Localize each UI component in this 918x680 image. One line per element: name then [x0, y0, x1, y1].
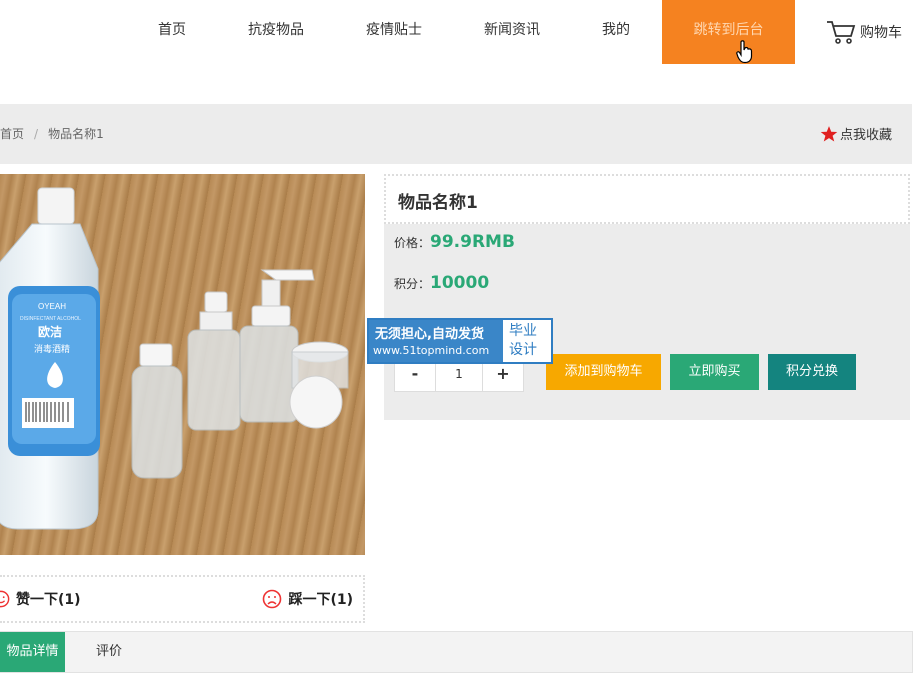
redeem-points-button[interactable]: 积分兑换 [768, 354, 856, 390]
points-label: 积分： [394, 277, 431, 291]
smile-icon [0, 590, 10, 608]
cart-label: 购物车 [860, 25, 902, 41]
star-icon [820, 125, 838, 141]
bottle-brand-text: OYEAH [38, 302, 66, 311]
buy-now-button[interactable]: 立即购买 [670, 354, 759, 390]
price-row: 价格： 99.9RMB [394, 232, 515, 252]
bottle-desc-text: 消毒酒精 [34, 343, 70, 355]
nav-mine[interactable]: 我的 [602, 0, 630, 64]
tab-reviews[interactable]: 评价 [96, 632, 122, 672]
dislike-label: 踩一下(1) [288, 592, 353, 608]
product-info-panel: 物品名称1 价格： 99.9RMB 积分： 10000 - 1 + 添加到购物车… [384, 174, 910, 420]
top-nav: 首页 抗疫物品 疫情贴士 新闻资讯 我的 跳转到后台 购物车 [0, 0, 918, 64]
breadcrumb-current: 物品名称1 [48, 127, 104, 141]
bottle-brand-sub-text: DISINFECTANT ALCOHOL [20, 316, 81, 322]
vote-bar: 赞一下(1) 踩一下(1) [0, 575, 365, 623]
product-photo-illustration: OYEAH DISINFECTANT ALCOHOL 欧洁 消毒酒精 [0, 187, 349, 530]
add-to-cart-button[interactable]: 添加到购物车 [546, 354, 661, 390]
nav-epidemic-tips[interactable]: 疫情贴士 [366, 0, 422, 64]
cart-icon [827, 21, 856, 44]
nav-news[interactable]: 新闻资讯 [484, 0, 540, 64]
like-label: 赞一下(1) [16, 592, 81, 608]
favorite-button[interactable]: 点我收藏 [820, 124, 892, 143]
breadcrumb: 首页 / 物品名称1 [0, 104, 104, 164]
product-title-box: 物品名称1 [384, 174, 910, 224]
like-button[interactable]: 赞一下(1) [0, 589, 81, 609]
nav-home[interactable]: 首页 [158, 0, 186, 64]
watermark-ad-line2: www.51topmind.com [373, 344, 490, 357]
breadcrumb-separator: / [34, 127, 39, 141]
price-label: 价格： [394, 236, 431, 250]
bottle-name-text: 欧洁 [38, 324, 62, 339]
watermark-ad-side1: 毕业 [509, 323, 537, 339]
nav-antiepidemic-goods[interactable]: 抗疫物品 [248, 0, 304, 64]
points-row: 积分： 10000 [394, 273, 489, 293]
dislike-button[interactable]: 踩一下(1) [262, 589, 353, 609]
breadcrumb-bar: 首页 / 物品名称1 点我收藏 [0, 104, 912, 164]
watermark-ad-main: 无须担心,自动发货 www.51topmind.com [369, 320, 503, 362]
hand-cursor-icon [736, 40, 753, 64]
product-title: 物品名称1 [398, 193, 478, 213]
product-image: OYEAH DISINFECTANT ALCOHOL 欧洁 消毒酒精 [0, 174, 365, 555]
detail-tabs: 物品详情 评价 [0, 631, 913, 673]
cart-link[interactable]: 购物车 [826, 16, 902, 48]
breadcrumb-home[interactable]: 首页 [0, 127, 24, 141]
watermark-ad-side: 毕业 设计 [509, 322, 537, 360]
watermark-ad: 无须担心,自动发货 www.51topmind.com 毕业 设计 [367, 318, 553, 364]
points-value: 10000 [430, 273, 490, 293]
tab-product-details[interactable]: 物品详情 [0, 632, 65, 672]
price-value: 99.9RMB [430, 232, 515, 252]
watermark-ad-side2: 设计 [509, 342, 537, 358]
watermark-ad-line1: 无须担心,自动发货 [375, 327, 484, 342]
favorite-label: 点我收藏 [839, 128, 892, 143]
nav-go-to-backend[interactable]: 跳转到后台 [662, 0, 795, 64]
frown-icon [263, 589, 282, 609]
